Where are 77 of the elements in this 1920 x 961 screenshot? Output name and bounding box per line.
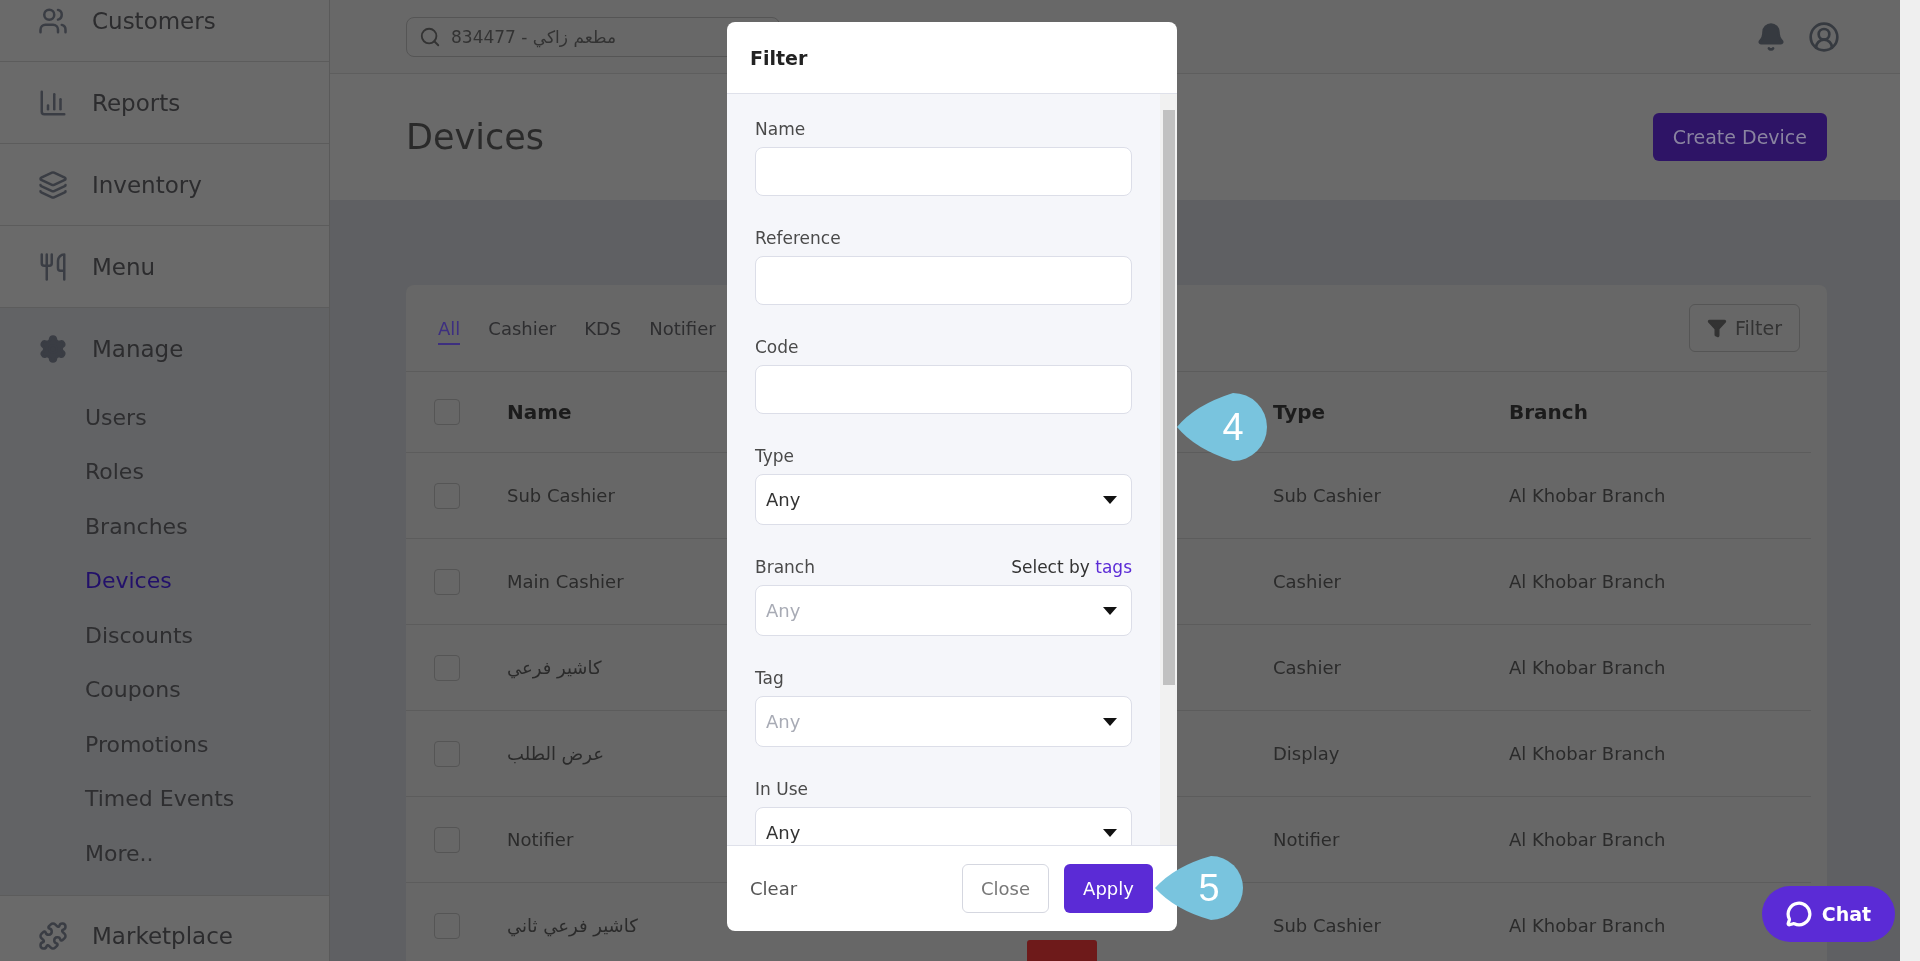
- sidebar-item[interactable]: Menu: [0, 226, 329, 308]
- table-cell: Al Khobar Branch: [1509, 657, 1666, 678]
- chat-button[interactable]: Chat: [1762, 886, 1895, 942]
- chat-bubble-icon: [1785, 901, 1812, 927]
- column-header: Type: [1273, 400, 1327, 424]
- puzzle-icon: [38, 921, 68, 951]
- sidebar-item[interactable]: Marketplace: [0, 895, 329, 961]
- table-cell: عرض الطلب: [507, 743, 605, 764]
- select-by-hint: Select by tags: [1011, 557, 1132, 577]
- sidebar-label: Menu: [92, 253, 156, 280]
- table-cell: Al Khobar Branch: [1509, 743, 1666, 764]
- table-cell: كاشير فرعي: [507, 657, 602, 678]
- status-tag: [1027, 940, 1097, 961]
- table-cell: Sub Cashier: [1273, 915, 1381, 936]
- tab[interactable]: KDS: [584, 311, 622, 345]
- sidebar-item[interactable]: Reports: [0, 62, 329, 144]
- table-cell: Cashier: [1273, 657, 1341, 678]
- sidebar-item[interactable]: Customers: [0, 0, 329, 62]
- select-field[interactable]: Any: [755, 474, 1132, 525]
- sidebar-subitem[interactable]: Devices: [0, 553, 329, 608]
- sidebar-label: Reports: [92, 89, 181, 116]
- table-cell: Al Khobar Branch: [1509, 571, 1666, 592]
- sidebar-label: Marketplace: [92, 923, 233, 949]
- step-callout: 4: [1177, 393, 1267, 461]
- field-label: Branch: [755, 557, 815, 577]
- table-cell: Cashier: [1273, 571, 1341, 592]
- funnel-icon: [1706, 318, 1727, 338]
- create-device-button[interactable]: Create Device: [1652, 113, 1827, 161]
- column-header: Name: [507, 400, 573, 424]
- caret-icon: [1103, 717, 1117, 726]
- clear-button[interactable]: Clear: [750, 878, 798, 899]
- input-field[interactable]: [755, 365, 1132, 414]
- table-cell: كاشير فرعي ثاني: [507, 915, 638, 936]
- table-cell: Al Khobar Branch: [1509, 829, 1666, 850]
- caret-icon: [1103, 606, 1117, 615]
- utensils-icon: [38, 251, 68, 282]
- select-field[interactable]: Any: [755, 807, 1132, 845]
- sidebar-label: Inventory: [92, 171, 202, 198]
- sidebar-label: Manage: [92, 336, 184, 362]
- apply-button[interactable]: Apply: [1064, 864, 1153, 913]
- column-header: Branch: [1509, 400, 1589, 424]
- table-cell: Al Khobar Branch: [1509, 915, 1666, 936]
- field-label: Name: [755, 119, 806, 139]
- page-title: Devices: [406, 117, 544, 157]
- select-field[interactable]: Any: [755, 696, 1132, 747]
- tab[interactable]: Cashier: [488, 311, 557, 345]
- table-cell: Notifier: [1273, 829, 1340, 850]
- table-cell: Al Khobar Branch: [1509, 485, 1666, 506]
- sidebar-item[interactable]: Inventory: [0, 144, 329, 226]
- caret-icon: [1103, 828, 1117, 837]
- search-icon: [419, 25, 441, 48]
- step-callout: 5: [1155, 856, 1243, 920]
- table-cell: Main Cashier: [507, 571, 624, 592]
- select-field[interactable]: Any: [755, 585, 1132, 636]
- table-cell: Notifier: [507, 829, 574, 850]
- input-field[interactable]: [755, 256, 1132, 305]
- caret-icon: [1103, 495, 1117, 504]
- sidebar-item[interactable]: Manage: [0, 308, 329, 390]
- field-label: Reference: [755, 228, 841, 248]
- field-label: In Use: [755, 779, 808, 799]
- bell-icon[interactable]: [1756, 21, 1786, 52]
- field-label: Tag: [755, 668, 784, 688]
- close-button[interactable]: Close: [962, 864, 1049, 913]
- tags-link[interactable]: tags: [1095, 557, 1132, 577]
- table-cell: Sub Cashier: [507, 485, 615, 506]
- sidebar-label: Customers: [92, 7, 216, 34]
- layers-icon: [38, 169, 68, 200]
- table-cell: Sub Cashier: [1273, 485, 1381, 506]
- input-field[interactable]: [755, 147, 1132, 196]
- scrollbar[interactable]: [1160, 94, 1177, 845]
- table-cell: Display: [1273, 743, 1340, 764]
- user-icon[interactable]: [1808, 20, 1840, 53]
- field-label: Code: [755, 337, 799, 357]
- tab[interactable]: All: [438, 311, 461, 345]
- field-label: Type: [755, 446, 795, 466]
- scrollbar[interactable]: [1900, 0, 1920, 961]
- tab[interactable]: Notifier: [649, 311, 716, 345]
